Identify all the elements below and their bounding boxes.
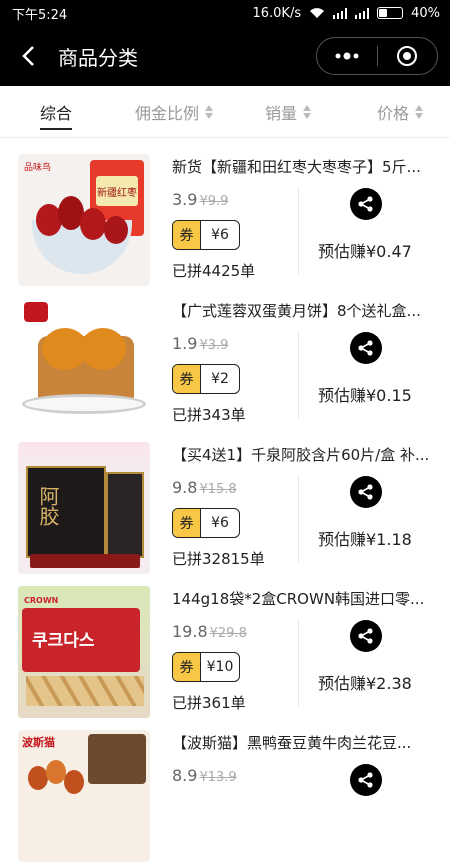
tab-label: 价格 bbox=[377, 104, 410, 123]
coupon-badge[interactable]: 券 ¥2 bbox=[172, 364, 240, 394]
tab-sales[interactable]: 销量 bbox=[265, 86, 312, 138]
page-title: 商品分类 bbox=[58, 45, 138, 70]
mini-program-capsule bbox=[316, 37, 438, 75]
tab-label: 佣金比例 bbox=[135, 104, 200, 123]
coupon-tag: 券 bbox=[173, 365, 201, 393]
coupon-amount: ¥6 bbox=[211, 515, 229, 531]
back-button[interactable] bbox=[16, 44, 40, 68]
tab-underline bbox=[40, 128, 73, 130]
share-button[interactable] bbox=[350, 476, 382, 508]
more-button[interactable] bbox=[317, 38, 377, 74]
share-icon bbox=[358, 340, 373, 356]
coupon-badge[interactable]: 券 ¥10 bbox=[172, 652, 240, 682]
tab-label: 销量 bbox=[265, 104, 298, 123]
sort-arrows-icon bbox=[415, 105, 424, 119]
estimated-earning: 预估赚¥0.47 bbox=[318, 242, 412, 261]
sold-count: 已拼4425单 bbox=[172, 262, 256, 280]
brand-logo: 波斯猫 bbox=[22, 736, 55, 749]
coupon-amount: ¥10 bbox=[206, 659, 234, 675]
battery-icon bbox=[377, 7, 404, 19]
coupon-amount: ¥2 bbox=[211, 371, 229, 387]
share-icon bbox=[358, 628, 373, 644]
status-bar: 下午5:24 16.0K/s 40% bbox=[0, 0, 450, 26]
signal-icon bbox=[333, 7, 348, 19]
signal-icon bbox=[355, 7, 370, 19]
sort-tabs: 综合 佣金比例 销量 价格 bbox=[0, 86, 450, 138]
target-icon bbox=[397, 46, 418, 66]
product-item[interactable]: 【广式莲蓉双蛋黄月饼】8个送礼盒... 1.9 ¥3.9 券 ¥2 已拼343单 预估赚¥0… bbox=[0, 282, 450, 430]
original-price: ¥3.9 bbox=[199, 338, 229, 353]
product-name[interactable]: 144g18袋*2盒CROWN韩国进口零... bbox=[172, 588, 438, 609]
product-name[interactable]: 【买4送1】千泉阿胶含片60片/盒 补... bbox=[172, 444, 438, 465]
status-icons: 16.0K/s 40% bbox=[252, 6, 440, 21]
chevron-left-icon bbox=[22, 46, 34, 66]
battery-percent: 40% bbox=[411, 5, 440, 21]
product-image[interactable]: CROWN 쿠크다스 bbox=[18, 586, 150, 718]
estimated-earning: 预估赚¥2.38 bbox=[318, 674, 412, 693]
product-item[interactable]: 品味鸟 新疆红枣 新货【新疆和田红枣大枣枣子】5斤... 3.9 ¥9.9 券 ¥6 已拼… bbox=[0, 138, 450, 286]
current-price: 19.8 bbox=[172, 622, 208, 641]
coupon-amount: ¥6 bbox=[211, 227, 229, 243]
estimated-earning: 预估赚¥0.15 bbox=[318, 386, 412, 405]
product-item[interactable]: 阿胶 【买4送1】千泉阿胶含片60片/盒 补... 9.8 ¥15.8 券 ¥6 已拼32… bbox=[0, 426, 450, 574]
share-icon bbox=[358, 772, 373, 788]
tab-commission[interactable]: 佣金比例 bbox=[135, 86, 214, 138]
sort-arrows-icon bbox=[205, 105, 214, 119]
sold-count: 已拼32815单 bbox=[172, 550, 265, 568]
close-mini-program-button[interactable] bbox=[378, 38, 438, 74]
product-list: 品味鸟 新疆红枣 新货【新疆和田红枣大枣枣子】5斤... 3.9 ¥9.9 券 ¥6 已拼… bbox=[0, 138, 450, 862]
sold-count: 已拼361单 bbox=[172, 694, 246, 712]
status-time: 下午5:24 bbox=[12, 7, 68, 23]
share-button[interactable] bbox=[350, 188, 382, 220]
brand-logo: CROWN bbox=[24, 596, 59, 605]
product-name[interactable]: 新货【新疆和田红枣大枣枣子】5斤... bbox=[172, 156, 438, 177]
brand-logo: 品味鸟 bbox=[24, 163, 52, 173]
coupon-badge[interactable]: 券 ¥6 bbox=[172, 220, 240, 250]
product-item[interactable]: CROWN 쿠크다스 144g18袋*2盒CROWN韩国进口零... 19.8 ¥2… bbox=[0, 570, 450, 718]
tab-comprehensive[interactable]: 综合 bbox=[40, 86, 73, 138]
current-price: 3.9 bbox=[172, 190, 198, 209]
product-image[interactable] bbox=[18, 298, 150, 430]
product-name[interactable]: 【波斯猫】黑鸭蚕豆黄牛肉兰花豆... bbox=[172, 732, 438, 753]
original-price: ¥15.8 bbox=[199, 482, 237, 497]
estimated-earning: 预估赚¥1.18 bbox=[318, 530, 412, 549]
current-price: 9.8 bbox=[172, 478, 198, 497]
product-price: 1.9 ¥3.9 bbox=[172, 334, 228, 353]
product-price: 19.8 ¥29.8 bbox=[172, 622, 247, 641]
tab-price[interactable]: 价格 bbox=[377, 86, 424, 138]
product-price: 8.9 ¥13.9 bbox=[172, 766, 237, 785]
item-divider bbox=[298, 332, 299, 418]
item-divider bbox=[298, 188, 299, 274]
product-item[interactable]: 波斯猫 【波斯猫】黑鸭蚕豆黄牛肉兰花豆... 8.9 ¥13.9 bbox=[0, 714, 450, 862]
network-speed: 16.0K/s bbox=[252, 5, 302, 21]
title-bar: 商品分类 bbox=[0, 26, 450, 86]
product-name[interactable]: 【广式莲蓉双蛋黄月饼】8个送礼盒... bbox=[172, 300, 438, 321]
product-price: 9.8 ¥15.8 bbox=[172, 478, 237, 497]
original-price: ¥13.9 bbox=[199, 770, 237, 785]
product-price: 3.9 ¥9.9 bbox=[172, 190, 228, 209]
share-button[interactable] bbox=[350, 620, 382, 652]
item-divider bbox=[298, 476, 299, 562]
product-image[interactable]: 品味鸟 新疆红枣 bbox=[18, 154, 150, 286]
sold-count: 已拼343单 bbox=[172, 406, 246, 424]
share-icon bbox=[358, 484, 373, 500]
more-dots-icon bbox=[335, 52, 359, 60]
product-image[interactable]: 阿胶 bbox=[18, 442, 150, 574]
current-price: 8.9 bbox=[172, 766, 198, 785]
wifi-icon bbox=[310, 8, 325, 18]
coupon-tag: 券 bbox=[173, 221, 201, 249]
coupon-badge[interactable]: 券 ¥6 bbox=[172, 508, 240, 538]
coupon-tag: 券 bbox=[173, 509, 201, 537]
share-button[interactable] bbox=[350, 332, 382, 364]
share-button[interactable] bbox=[350, 764, 382, 796]
coupon-tag: 券 bbox=[173, 653, 201, 681]
product-image[interactable]: 波斯猫 bbox=[18, 730, 150, 862]
current-price: 1.9 bbox=[172, 334, 198, 353]
original-price: ¥29.8 bbox=[209, 626, 247, 641]
item-divider bbox=[298, 620, 299, 706]
tab-label: 综合 bbox=[40, 104, 73, 123]
original-price: ¥9.9 bbox=[199, 194, 229, 209]
share-icon bbox=[358, 196, 373, 212]
sort-arrows-icon bbox=[303, 105, 312, 119]
